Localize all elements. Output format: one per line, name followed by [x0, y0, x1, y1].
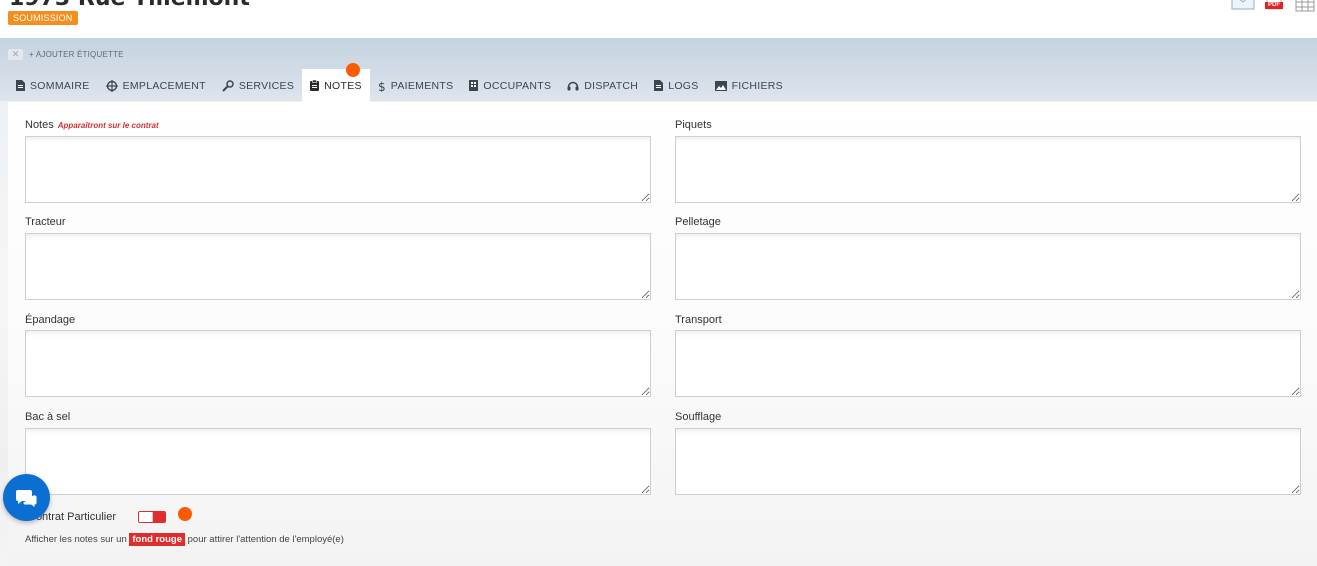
- soufflage-field[interactable]: [675, 428, 1301, 495]
- toggle-fill: [153, 512, 165, 522]
- tab-services[interactable]: SERVICES: [214, 69, 302, 102]
- tab-label: FICHIERS: [731, 79, 783, 92]
- help-highlight: fond rouge: [129, 533, 185, 546]
- tracteur-label: Tracteur: [25, 216, 66, 228]
- add-tag-link[interactable]: + AJOUTER ÉTIQUETTE: [29, 50, 124, 59]
- epandage-field[interactable]: [25, 330, 651, 397]
- tab-label: PAIEMENTS: [390, 79, 454, 92]
- tab-label: LOGS: [668, 79, 699, 92]
- page-header: 1973 Rue Tillemont SOUMISSION PDF: [0, 0, 1317, 38]
- file-icon: [654, 80, 664, 91]
- notes-label-text: Notes: [25, 119, 54, 131]
- wrench-icon: [222, 79, 234, 92]
- piquets-field[interactable]: [675, 136, 1301, 203]
- notification-dot: [346, 63, 360, 77]
- chat-button[interactable]: [3, 474, 50, 521]
- tab-logs[interactable]: LOGS: [646, 69, 706, 102]
- pelletage-field[interactable]: [675, 233, 1301, 300]
- contract-toggle[interactable]: [138, 511, 166, 523]
- tab-paiements[interactable]: $ PAIEMENTS: [370, 69, 462, 102]
- epandage-label: Épandage: [25, 314, 76, 326]
- tab-label: NOTES: [324, 79, 362, 92]
- transport-label: Transport: [675, 314, 722, 326]
- help-text-before: Afficher les notes sur un: [25, 534, 127, 545]
- tab-bar: SOMMAIRE EMPLACEMENT SERVICES NOTES $ PA…: [8, 69, 791, 102]
- tab-occupants[interactable]: OCCUPANTS: [461, 69, 559, 102]
- image-icon: [714, 80, 727, 91]
- bac-a-sel-label: Bac à sel: [25, 411, 71, 423]
- bac-a-sel-field[interactable]: [25, 428, 651, 495]
- email-icon[interactable]: [1231, 0, 1255, 15]
- piquets-label: Piquets: [675, 119, 712, 131]
- status-badge: SOUMISSION: [8, 11, 78, 25]
- notes-field[interactable]: [25, 136, 651, 203]
- transport-field[interactable]: [675, 330, 1301, 397]
- tab-sommaire[interactable]: SOMMAIRE: [8, 69, 98, 102]
- headset-icon: [567, 81, 579, 90]
- tab-dispatch[interactable]: DISPATCH: [559, 69, 646, 102]
- svg-text:$: $: [378, 80, 386, 92]
- soufflage-label: Soufflage: [675, 411, 722, 423]
- tab-fichiers[interactable]: FICHIERS: [707, 69, 791, 102]
- tag-close-button[interactable]: ✕: [8, 48, 23, 60]
- dollar-icon: $: [378, 80, 386, 92]
- toggle-knob: [139, 512, 153, 522]
- tab-label: SOMMAIRE: [30, 79, 90, 92]
- pdf-icon[interactable]: PDF: [1265, 0, 1285, 12]
- notes-hint: Apparaîtront sur le contrat: [57, 121, 159, 130]
- document-icon: [16, 80, 25, 91]
- notification-dot-toggle: [178, 507, 192, 521]
- tab-label: EMPLACEMENT: [122, 79, 206, 92]
- grid-icon[interactable]: [1295, 0, 1315, 17]
- tag-row: ✕ + AJOUTER ÉTIQUETTE: [8, 48, 124, 60]
- help-text-after: pour attirer l'attention de l'employé(e): [187, 534, 344, 545]
- page-title: 1973 Rue Tillemont: [9, 0, 250, 10]
- tab-label: OCCUPANTS: [483, 79, 552, 92]
- tab-label: DISPATCH: [584, 79, 639, 92]
- pelletage-label: Pelletage: [675, 216, 721, 228]
- tab-emplacement[interactable]: EMPLACEMENT: [98, 69, 214, 102]
- tab-label: SERVICES: [238, 79, 295, 92]
- notes-label: Notes Apparaîtront sur le contrat: [25, 119, 159, 131]
- chat-icon: [15, 489, 37, 509]
- crosshair-icon: [105, 79, 118, 92]
- contract-help-text: Afficher les notes sur un fond rouge pou…: [25, 533, 344, 546]
- building-icon: [469, 80, 479, 91]
- clipboard-icon: [310, 80, 320, 91]
- pdf-label: PDF: [1265, 2, 1283, 9]
- tab-notes[interactable]: NOTES: [302, 69, 370, 102]
- tracteur-field[interactable]: [25, 233, 651, 300]
